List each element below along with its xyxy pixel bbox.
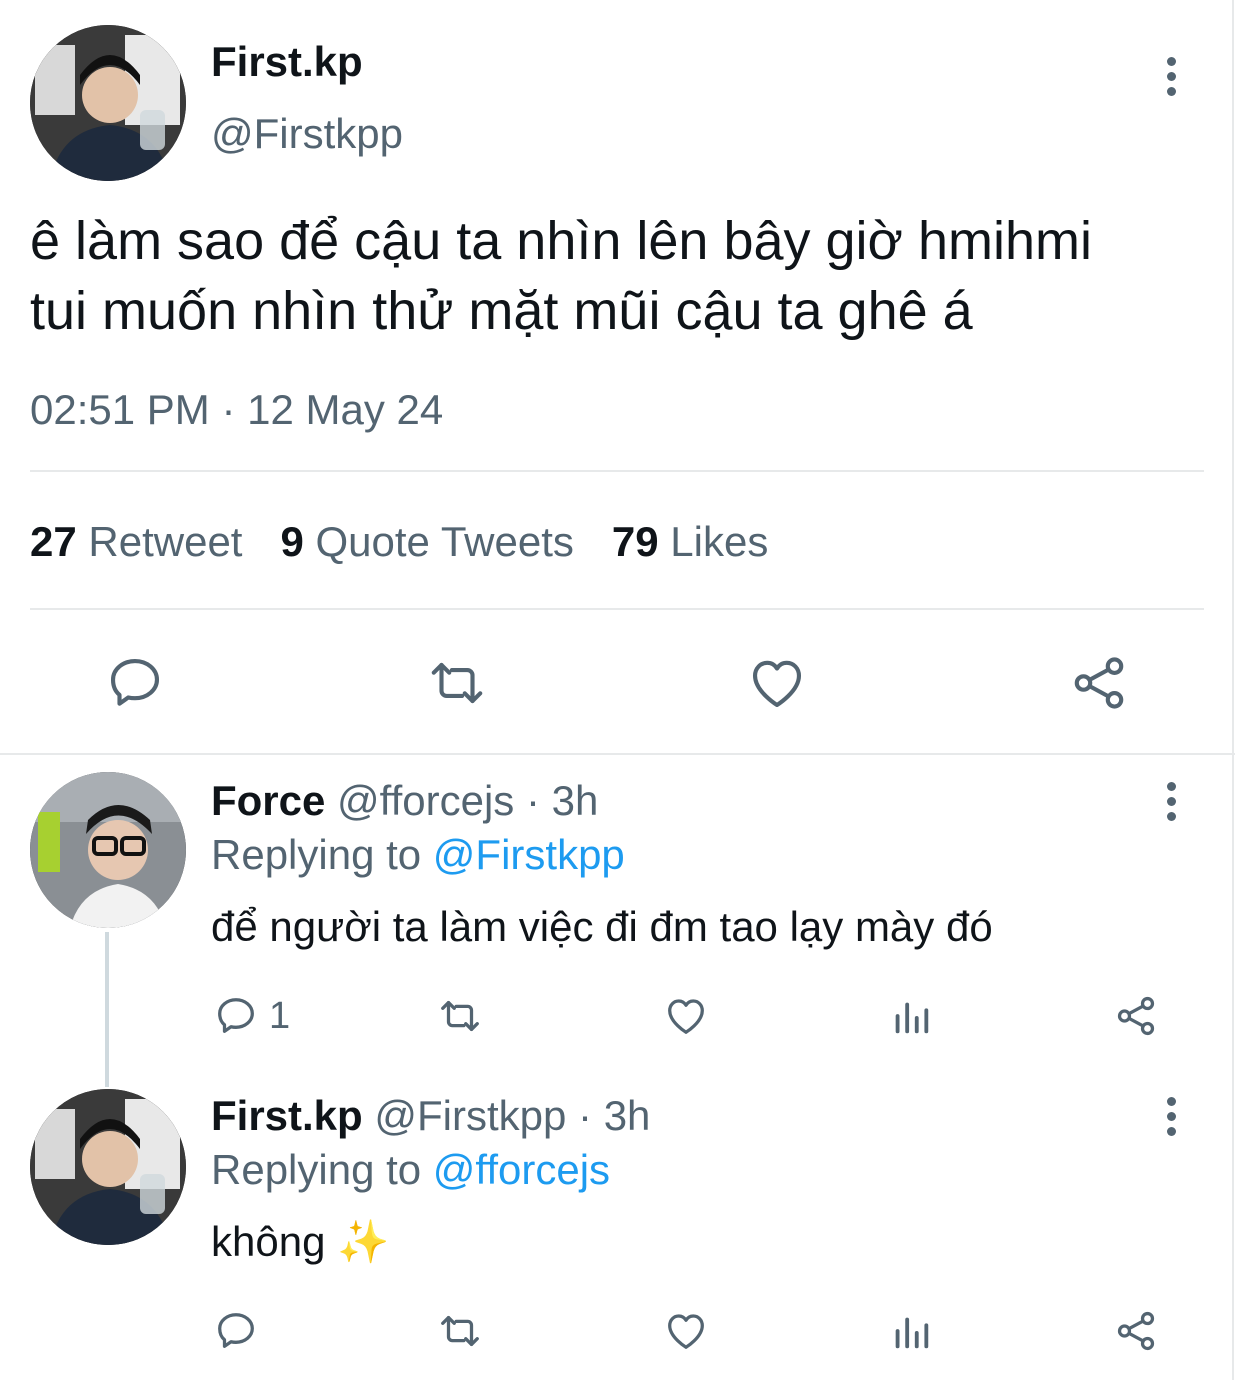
reply-time[interactable]: · 3h — [526, 777, 598, 824]
retweet-icon[interactable] — [435, 993, 485, 1039]
tweet-text-line2: tui muốn nhìn thử mặt mũi cậu ta ghê á — [30, 281, 973, 341]
like-icon[interactable] — [746, 652, 808, 714]
author-display-name[interactable]: First.kp — [211, 38, 363, 86]
author-avatar[interactable] — [30, 25, 186, 181]
retweets-stat[interactable]: 27 Retweet — [30, 518, 242, 566]
share-icon[interactable] — [1113, 993, 1159, 1039]
share-icon[interactable] — [1113, 1308, 1159, 1354]
share-icon[interactable] — [1068, 652, 1130, 714]
divider — [30, 470, 1204, 472]
reply-avatar[interactable] — [30, 772, 186, 928]
reply-text: để người ta làm việc đi đm tao lạy mày đ… — [211, 903, 993, 950]
reply-text-row: không ✨ — [211, 1218, 389, 1267]
reply-handle[interactable]: @fforcejs — [337, 777, 514, 824]
replying-label: Replying to — [211, 1146, 422, 1193]
reply-display-name[interactable]: Force — [211, 777, 325, 824]
views-icon[interactable] — [888, 993, 934, 1039]
more-options-icon[interactable] — [1165, 57, 1177, 96]
more-options-icon[interactable] — [1165, 1097, 1177, 1136]
sparkles-emoji: ✨ — [337, 1218, 390, 1265]
reply-icon[interactable]: 1 — [213, 993, 290, 1039]
replying-to-link[interactable]: @Firstkpp — [433, 831, 625, 878]
quotes-count: 9 — [280, 518, 304, 565]
right-edge-border — [1232, 0, 1234, 1380]
likes-label: Likes — [670, 518, 769, 565]
replying-label: Replying to — [211, 831, 422, 878]
retweet-icon[interactable] — [424, 652, 490, 714]
more-options-icon[interactable] — [1165, 782, 1177, 821]
reply-header: Force @fforcejs · 3h — [211, 777, 598, 825]
retweets-count: 27 — [30, 518, 77, 565]
reply-time[interactable]: · 3h — [578, 1092, 650, 1139]
tweet-stats: 27 Retweet 9 Quote Tweets 79 Likes — [30, 518, 768, 566]
retweets-label: Retweet — [88, 518, 243, 565]
quotes-label: Quote Tweets — [315, 518, 574, 565]
reply-text: không — [211, 1218, 326, 1265]
reply-display-name[interactable]: First.kp — [211, 1092, 363, 1139]
retweet-icon[interactable] — [435, 1308, 485, 1354]
reply-count: 1 — [269, 994, 291, 1037]
author-handle[interactable]: @Firstkpp — [211, 110, 403, 158]
tweet-timestamp[interactable]: 02:51 PM · 12 May 24 — [30, 386, 443, 434]
replying-to: Replying to @Firstkpp — [211, 831, 625, 879]
reply-avatar[interactable] — [30, 1089, 186, 1245]
views-icon[interactable] — [888, 1308, 934, 1354]
divider — [0, 753, 1235, 755]
divider — [30, 608, 1204, 610]
likes-stat[interactable]: 79 Likes — [612, 518, 768, 566]
thread-line — [105, 932, 109, 1087]
reply-icon[interactable] — [213, 1308, 259, 1354]
reply-handle[interactable]: @Firstkpp — [374, 1092, 566, 1139]
replying-to: Replying to @fforcejs — [211, 1146, 610, 1194]
reply-header: First.kp @Firstkpp · 3h — [211, 1092, 650, 1140]
like-icon[interactable] — [663, 1308, 709, 1354]
reply-icon[interactable] — [104, 652, 166, 714]
likes-count: 79 — [611, 518, 659, 565]
replying-to-link[interactable]: @fforcejs — [433, 1146, 610, 1193]
tweet-text-line1: ê làm sao để cậu ta nhìn lên bây giờ hmi… — [30, 211, 1092, 271]
quotes-stat[interactable]: 9 Quote Tweets — [280, 518, 573, 566]
like-icon[interactable] — [663, 993, 709, 1039]
